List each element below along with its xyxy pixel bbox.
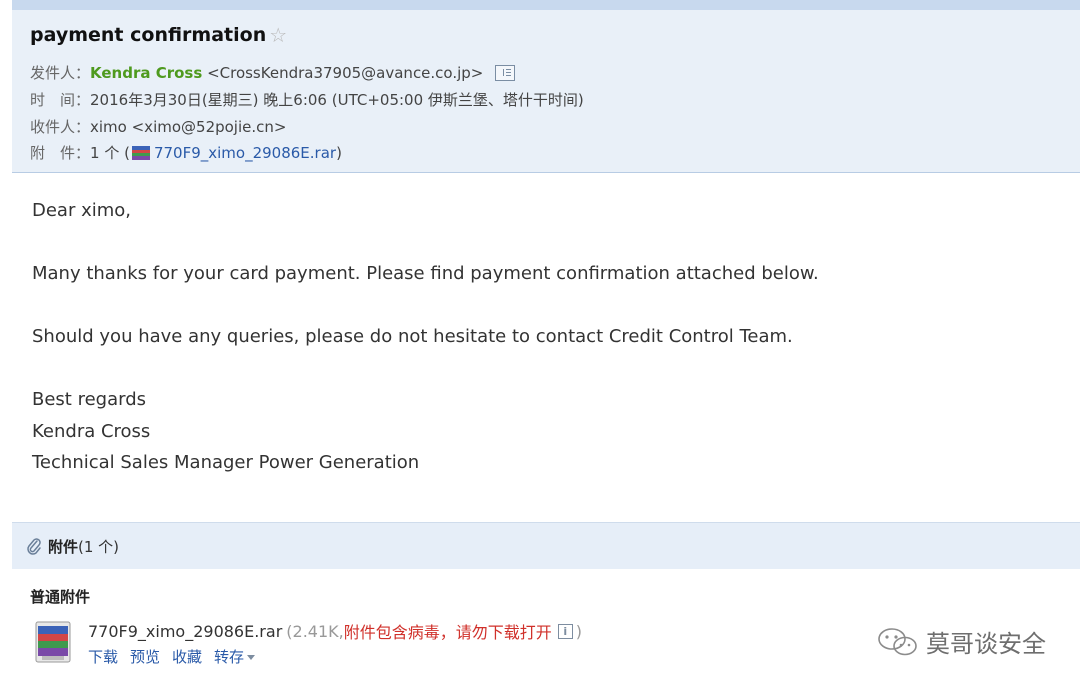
download-button[interactable]: 下载: [88, 646, 118, 667]
sender-name[interactable]: Kendra Cross: [90, 64, 202, 82]
preview-button[interactable]: 预览: [130, 646, 160, 667]
watermark-text: 莫哥谈安全: [926, 630, 1046, 658]
wechat-icon: [878, 627, 917, 655]
greeting: Dear ximo,: [32, 200, 132, 221]
rar-archive-icon: [131, 145, 150, 160]
virus-warning: 附件包含病毒，请勿下载打开: [343, 623, 552, 642]
watermark: 莫哥谈安全: [876, 624, 1046, 659]
time-row: 时 间： 2016年3月30日(星期三) 晚上6:06 (UTC+05:00 伊…: [30, 89, 584, 110]
chevron-down-icon: [247, 655, 256, 660]
to-row: 收件人： ximo <ximo@52pojie.cn>: [30, 116, 286, 137]
time-label: 时 间：: [30, 91, 91, 109]
closing: Best regards: [32, 389, 147, 410]
attachment-size: (2.41K,: [286, 621, 344, 641]
attachment-actions: 下载 预览 收藏 转存: [88, 646, 267, 667]
attachment-close: ): [336, 143, 342, 162]
to-label: 收件人：: [30, 118, 91, 136]
email-header: payment confirmation ☆ 发件人： Kendra Cross…: [12, 10, 1080, 173]
attachment-size-close: ): [575, 621, 582, 641]
star-icon[interactable]: ☆: [269, 25, 287, 45]
contact-card-icon[interactable]: [495, 64, 516, 81]
subject-row: payment confirmation ☆: [30, 24, 287, 46]
email-subject: payment confirmation: [30, 24, 267, 46]
from-label: 发件人：: [30, 64, 91, 82]
signature-name: Kendra Cross: [32, 421, 151, 442]
attachments-count: (1 个): [78, 537, 120, 556]
from-row: 发件人： Kendra Cross <CrossKendra37905@avan…: [30, 62, 516, 83]
attachment-link[interactable]: 770F9_ximo_29086E.rar: [154, 144, 336, 162]
rar-archive-icon: [35, 621, 71, 663]
attachments-section: 附件 (1 个) 普通附件 770F9_ximo_29086E.rar (2.4…: [12, 522, 1080, 689]
attachments-header: 附件 (1 个): [12, 522, 1080, 569]
sender-email: <CrossKendra37905@avance.co.jp>: [207, 63, 484, 82]
recipient[interactable]: ximo <ximo@52pojie.cn>: [90, 118, 286, 136]
attachment-label: 附 件：: [30, 144, 91, 162]
top-strip: [12, 0, 1080, 10]
normal-attachments-title: 普通附件: [30, 588, 91, 606]
paperclip-icon: [27, 538, 41, 555]
attachment-row: 附 件： 1 个 ( 770F9_ximo_29086E.rar ): [30, 142, 342, 163]
signature-title: Technical Sales Manager Power Generation: [32, 452, 420, 473]
save-to-label: 转存: [214, 648, 245, 666]
attachment-file-name[interactable]: 770F9_ximo_29086E.rar: [88, 622, 282, 641]
info-icon[interactable]: i: [557, 623, 573, 639]
time-value: 2016年3月30日(星期三) 晚上6:06 (UTC+05:00 伊斯兰堡、塔…: [90, 91, 584, 109]
attachment-count: 1 个 (: [90, 144, 130, 162]
attachments-title: 附件: [48, 537, 79, 556]
body-line-2: Should you have any queries, please do n…: [32, 326, 793, 347]
attachment-file-row: 770F9_ximo_29086E.rar (2.41K, 附件包含病毒，请勿下…: [88, 619, 582, 643]
save-to-button[interactable]: 转存: [214, 646, 256, 667]
favorite-button[interactable]: 收藏: [172, 646, 202, 667]
body-line-1: Many thanks for your card payment. Pleas…: [32, 263, 819, 284]
